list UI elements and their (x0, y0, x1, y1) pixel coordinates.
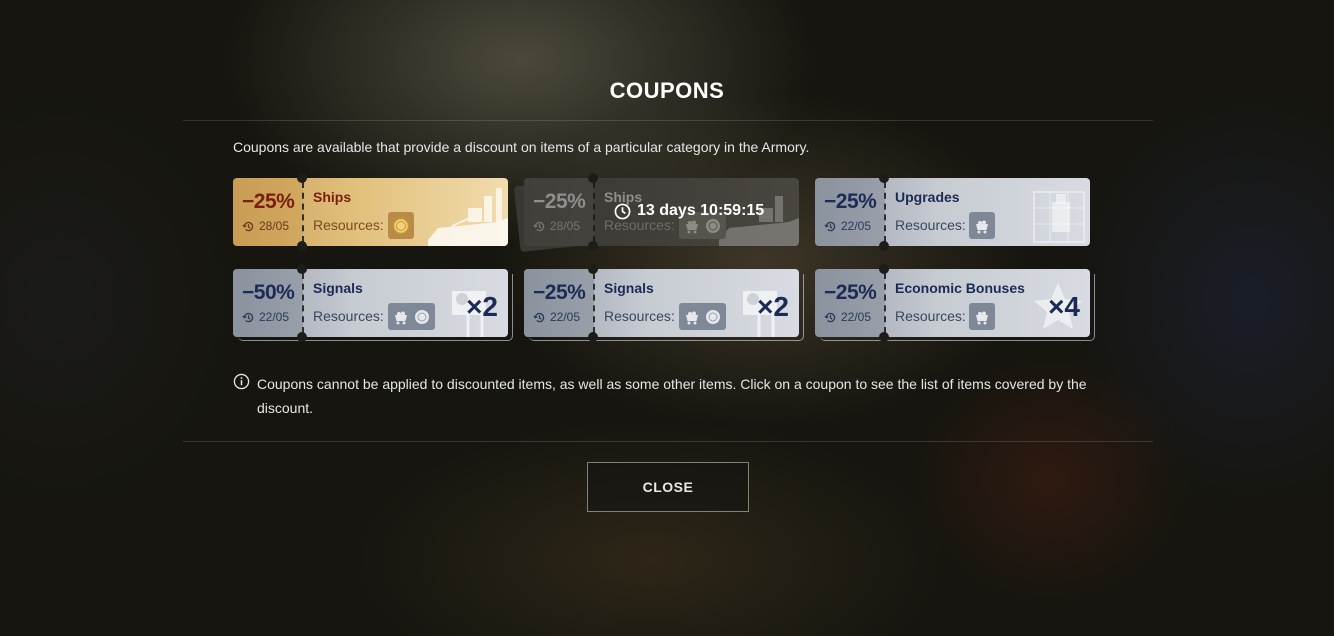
resource-icons (969, 303, 995, 330)
coupon-category: Upgrades (895, 189, 960, 205)
coupon-timer: 13 days 10:59:15 (614, 202, 764, 220)
multiplier: ×4 (1048, 291, 1080, 322)
coal-cart-icon (686, 311, 698, 324)
ship-art (428, 188, 508, 246)
resources-label: Resources: (895, 217, 966, 233)
multiplier: ×2 (466, 291, 498, 322)
discount-value: −50% (242, 281, 295, 304)
expiry-date-text: 22/05 (841, 310, 872, 324)
resources-label: Resources: (313, 217, 384, 233)
discount-value: −25% (824, 281, 877, 304)
expiry-date: 22/05 (824, 219, 871, 233)
resource-icons (679, 303, 726, 330)
coupon-category: Signals (313, 280, 363, 296)
clock-history-icon (533, 312, 545, 322)
gold-coin-icon (392, 217, 410, 234)
bottom-divider (183, 441, 1153, 442)
expiry-date-text: 22/05 (841, 219, 872, 233)
expiry-date-text: 28/05 (550, 219, 581, 233)
resources-label: Resources: (895, 308, 966, 324)
clock-history-icon (242, 312, 254, 322)
top-divider (183, 120, 1153, 121)
info-icon (233, 373, 250, 390)
resources-label: Resources: (313, 308, 384, 324)
info-note: Coupons cannot be applied to discounted … (233, 372, 1113, 420)
coupon-economic-bonuses[interactable]: −25% 22/05 Economic Bonuses Resources: ×… (815, 264, 1095, 342)
expiry-date-text: 22/05 (259, 310, 290, 324)
silver-credits-icon (415, 309, 429, 324)
coal-cart-icon (976, 311, 988, 324)
dialog-title: COUPONS (609, 78, 725, 103)
expiry-date-text: 28/05 (259, 219, 290, 233)
coupon-category: Economic Bonuses (895, 280, 1025, 296)
intro-text: Coupons are available that provide a dis… (233, 139, 810, 155)
expiry-date-text: 22/05 (550, 310, 581, 324)
expiry-date: 22/05 (242, 310, 289, 324)
resource-icons (388, 212, 414, 239)
timer-clock-icon (614, 203, 631, 219)
resource-icons (388, 303, 435, 330)
coupon-ships-gold[interactable]: −25% 28/05 Ships Resources: (233, 173, 508, 251)
discount-value: −25% (533, 281, 586, 304)
silver-credits-icon (706, 309, 720, 324)
resource-icons (969, 212, 995, 239)
timer-text: 13 days 10:59:15 (637, 202, 765, 219)
clock-history-icon (242, 221, 254, 231)
discount-value: −25% (533, 190, 586, 213)
clock-history-icon (824, 221, 836, 231)
upgrade-art (1033, 191, 1085, 243)
coupon-category: Signals (604, 280, 654, 296)
clock-history-icon (824, 312, 836, 322)
clock-history-icon (533, 221, 545, 231)
coupon-upgrades[interactable]: −25% 22/05 Upgrades Resources: (815, 173, 1090, 251)
expiry-date: 22/05 (533, 310, 580, 324)
coupon-signals-50[interactable]: −50% 22/05 Signals Resources: ×2 (233, 264, 513, 342)
expiry-date: 28/05 (242, 219, 289, 233)
multiplier: ×2 (757, 291, 789, 322)
close-button[interactable]: CLOSE (587, 462, 749, 512)
coal-cart-icon (976, 220, 988, 233)
coal-cart-icon (395, 311, 407, 324)
coupon-category: Ships (313, 189, 352, 205)
resources-label: Resources: (604, 308, 675, 324)
discount-value: −25% (242, 190, 295, 213)
info-note-text: Coupons cannot be applied to discounted … (257, 376, 1087, 416)
expiry-date: 28/05 (533, 219, 580, 233)
expiry-date: 22/05 (824, 310, 871, 324)
discount-value: −25% (824, 190, 877, 213)
coupon-signals-25[interactable]: −25% 22/05 Signals Resources: ×2 (524, 264, 804, 342)
